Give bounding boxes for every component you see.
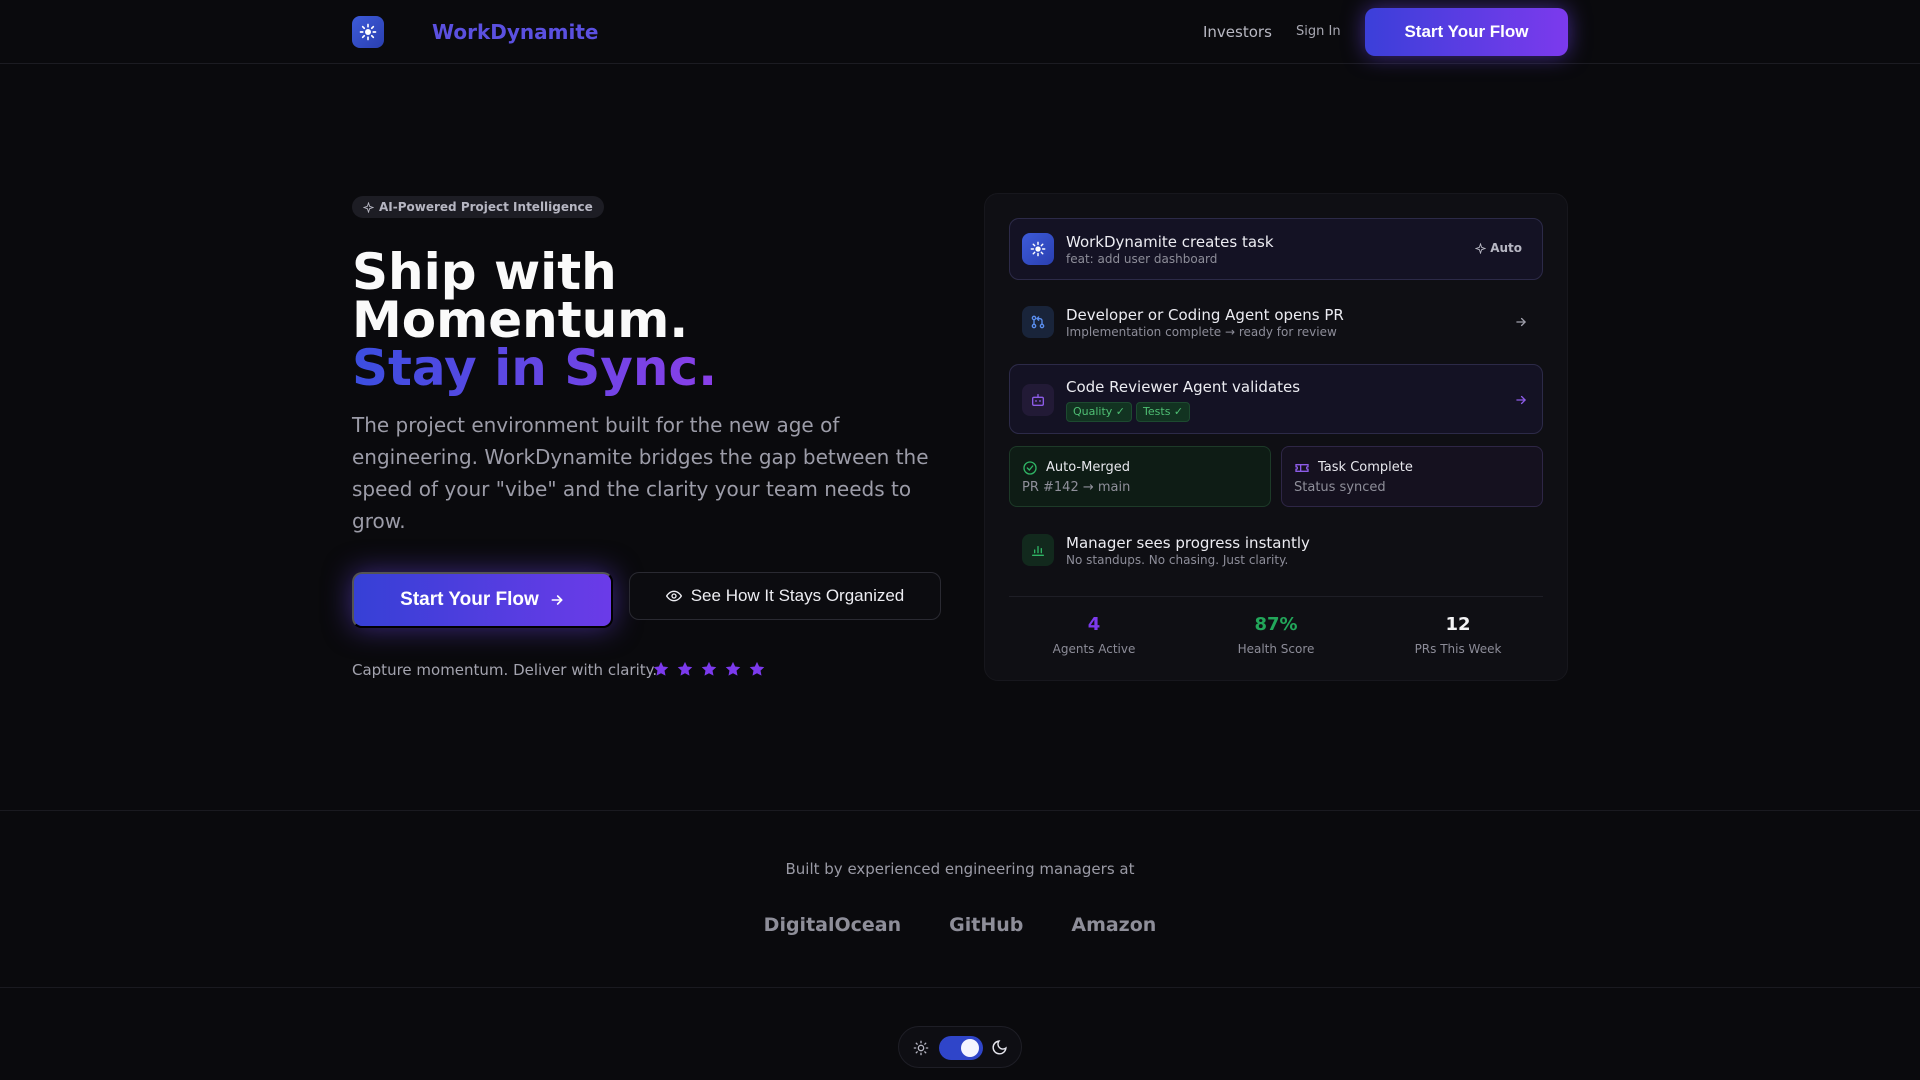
- arrow-right-icon: [1516, 317, 1526, 327]
- brand-name[interactable]: WorkDynamite: [432, 20, 598, 44]
- hero-tagline: Capture momentum. Deliver with clarity.: [352, 661, 658, 679]
- check-circle-icon: [1023, 461, 1037, 475]
- git-pull-request-icon: [1022, 306, 1054, 338]
- task-complete-card[interactable]: Task Complete Status synced: [1281, 446, 1543, 507]
- company-github: GitHub: [949, 914, 1024, 936]
- site-header: WorkDynamite Investors Sign In Start You…: [0, 0, 1920, 64]
- ticket-icon: [1295, 464, 1309, 472]
- tests-tag: Tests ✓: [1136, 402, 1191, 422]
- stat-prs-this-week: 12 PRs This Week: [1369, 614, 1547, 657]
- auto-merged-card[interactable]: Auto-Merged PR #142 → main: [1009, 446, 1271, 507]
- review-tags: Quality ✓ Tests ✓: [1066, 402, 1194, 422]
- arrow-right-icon: [551, 595, 563, 605]
- built-by-heading: Built by experienced engineering manager…: [785, 860, 1135, 878]
- star-icon: [725, 661, 741, 676]
- auto-badge-label: Auto: [1490, 241, 1522, 255]
- stat-label: Health Score: [1237, 642, 1315, 656]
- company-logos: DigitalOcean GitHub Amazon: [0, 913, 1920, 937]
- auto-merged-title: Auto-Merged: [1046, 460, 1130, 475]
- header-start-flow-button[interactable]: Start Your Flow: [1365, 8, 1568, 56]
- see-organized-label: See How It Stays Organized: [690, 586, 905, 605]
- company-amazon: Amazon: [1071, 914, 1157, 936]
- step-title: Manager sees progress instantly: [1066, 534, 1310, 552]
- nav-sign-in-link[interactable]: Sign In: [1296, 24, 1341, 40]
- section-divider-top: [0, 810, 1920, 811]
- star-icon: [749, 661, 765, 676]
- step-subtitle: feat: add user dashboard: [1066, 252, 1218, 266]
- stat-health-score: 87% Health Score: [1187, 614, 1365, 657]
- star-rating: [652, 660, 766, 678]
- auto-merged-subtitle: PR #142 → main: [1022, 480, 1131, 495]
- arrow-right-icon: [1516, 395, 1526, 405]
- step-subtitle: Implementation complete → ready for revi…: [1066, 325, 1337, 339]
- theme-switch-knob: [961, 1039, 979, 1057]
- workflow-step-open-pr[interactable]: Developer or Coding Agent opens PR Imple…: [1009, 290, 1543, 352]
- eye-icon: [665, 590, 682, 602]
- sparkle-icon: [363, 201, 374, 213]
- sun-icon[interactable]: [913, 1040, 929, 1056]
- ai-badge-label: AI-Powered Project Intelligence: [379, 200, 593, 214]
- auto-badge: Auto: [1475, 241, 1522, 255]
- see-organized-button[interactable]: See How It Stays Organized: [629, 572, 941, 620]
- task-complete-title: Task Complete: [1318, 460, 1413, 475]
- moon-icon[interactable]: [991, 1039, 1008, 1056]
- stat-agents-active: 4 Agents Active: [1005, 614, 1183, 657]
- step-title: Developer or Coding Agent opens PR: [1066, 306, 1344, 324]
- stat-value: 12: [1445, 614, 1471, 635]
- panel-divider: [1009, 596, 1543, 597]
- section-divider-bottom: [0, 987, 1920, 988]
- star-icon: [701, 661, 717, 676]
- hero-description: The project environment built for the ne…: [352, 413, 929, 533]
- quality-tag: Quality ✓: [1066, 402, 1133, 422]
- hero-start-flow-button[interactable]: Start Your Flow: [352, 572, 613, 628]
- stat-label: Agents Active: [1052, 642, 1136, 656]
- workflow-step-review[interactable]: Code Reviewer Agent validates Quality ✓ …: [1009, 364, 1543, 434]
- step-title: Code Reviewer Agent validates: [1066, 378, 1301, 396]
- hero-title: Ship with Momentum. Stay in Sync.: [352, 247, 952, 393]
- task-complete-subtitle: Status synced: [1294, 480, 1386, 495]
- logo-icon[interactable]: [352, 16, 384, 48]
- bot-icon: [1022, 384, 1054, 416]
- star-icon: [653, 661, 669, 676]
- company-digitalocean: DigitalOcean: [763, 914, 902, 936]
- step-title: WorkDynamite creates task: [1066, 233, 1274, 251]
- workflow-step-create-task[interactable]: WorkDynamite creates task feat: add user…: [1009, 218, 1543, 280]
- stat-label: PRs This Week: [1414, 642, 1502, 656]
- hero-start-flow-label: Start Your Flow: [400, 589, 539, 610]
- nav-investors-link[interactable]: Investors: [1203, 23, 1272, 41]
- bar-chart-icon: [1022, 534, 1054, 566]
- star-icon: [677, 661, 693, 676]
- logo-icon: [1022, 233, 1054, 265]
- stat-value: 87%: [1254, 614, 1298, 635]
- sparkle-icon: [1475, 242, 1487, 254]
- ai-badge: AI-Powered Project Intelligence: [352, 196, 604, 218]
- theme-switch[interactable]: [939, 1036, 983, 1060]
- step-subtitle: No standups. No chasing. Just clarity.: [1066, 553, 1289, 567]
- theme-toggle[interactable]: [898, 1026, 1022, 1068]
- stat-value: 4: [1087, 614, 1101, 635]
- hero-title-line3: Stay in Sync.: [352, 339, 718, 397]
- workflow-step-manager[interactable]: Manager sees progress instantly No stand…: [1009, 517, 1543, 579]
